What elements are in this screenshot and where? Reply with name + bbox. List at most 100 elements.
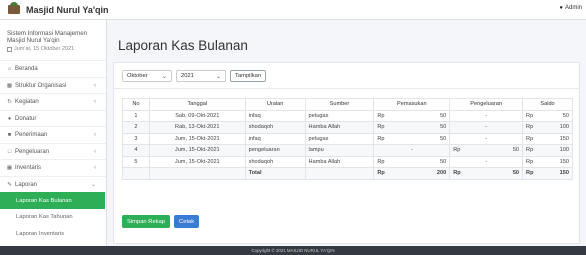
sidebar-item-label: Laporan <box>15 181 38 188</box>
chevron-left-icon: ‹ <box>94 132 96 139</box>
cell-empty <box>122 167 150 180</box>
user-name: Admin <box>564 5 582 11</box>
amount: 50 <box>439 112 447 119</box>
currency: Rp <box>526 135 534 142</box>
sidebar-item-label: Inventaris <box>15 165 42 172</box>
amount: - <box>485 135 488 142</box>
currency: Rp <box>377 170 385 177</box>
cell-pengeluaran: - <box>449 121 524 134</box>
sidebar-item-label: Beranda <box>15 66 38 73</box>
sidebar-item-label: Pengeluaran <box>15 148 50 155</box>
amount: 50 <box>562 112 569 119</box>
cell-tanggal: Rab, 13-Okt-2021 <box>148 121 246 134</box>
sidebar-item-beranda[interactable]: ⌂ Beranda <box>0 60 106 77</box>
footer: Copyright © 2021 MASJID NURUL YA'QIN <box>0 246 586 255</box>
chevron-left-icon: ‹ <box>94 165 96 172</box>
total-label: Total <box>244 167 306 180</box>
folder-icon: ■ <box>7 132 12 139</box>
table-row: 4 Jum, 15-Okt-2021 pengeluaran lampu - R… <box>122 144 573 157</box>
total-saldo: Rp 150 <box>522 167 573 180</box>
sidebar-subitem-laporan-kas-bulanan[interactable]: Laporan Kas Bulanan <box>0 192 105 209</box>
cell-uraian: infaq <box>244 132 306 145</box>
cell-sumber: Hamba Allah <box>304 155 375 168</box>
sidebar-item-donatur[interactable]: ● Donatur <box>0 109 106 127</box>
save-recap-button[interactable]: Simpan Rekap <box>122 215 171 228</box>
users-icon: ● <box>7 115 12 122</box>
sidebar-subitem-laporan-inventaris[interactable]: Laporan Inventaris <box>0 225 106 242</box>
chevron-down-icon: ⌄ <box>90 182 96 189</box>
cell-tanggal: Sab, 09-Okt-2021 <box>148 109 246 122</box>
amount: 150 <box>559 158 569 165</box>
header-saldo: Saldo <box>522 98 573 111</box>
header-pemasukan: Pemasukan <box>373 98 451 111</box>
chevron-left-icon: ‹ <box>94 82 96 89</box>
month-select[interactable]: Oktober ⌄ <box>122 70 172 82</box>
table-row: 3 Jum, 15-Okt-2021 infaq petugas Rp 50 - … <box>122 132 573 145</box>
amount: 200 <box>436 170 447 177</box>
edit-icon: ✎ <box>7 181 12 188</box>
cell-sumber: lampu <box>304 144 375 157</box>
cell-uraian: shodaqoh <box>244 155 306 168</box>
sidebar-menu: ⌂ Beranda ▩ Struktur Organisasi ‹ ↻ Kegi… <box>0 60 106 242</box>
currency: Rp <box>377 112 385 119</box>
cell-no: 1 <box>122 109 150 122</box>
amount: - <box>485 158 488 165</box>
cell-no: 3 <box>122 132 150 145</box>
date-text: Jum'at, 15 Oktober 2021 <box>14 46 75 53</box>
filter-bar: Oktober ⌄ 2021 ⌄ Tampilkan <box>122 70 267 82</box>
total-pemasukan: Rp 200 <box>373 167 451 180</box>
cell-uraian: infaq <box>244 109 306 122</box>
user-menu[interactable]: ● Admin <box>559 5 582 11</box>
cell-pengeluaran: - <box>449 109 524 122</box>
header-uraian: Uraian <box>244 98 306 111</box>
sidebar: Sistem Informasi Manajemen Masjid Nurul … <box>0 20 107 246</box>
currency: Rp <box>377 158 385 165</box>
amount: 50 <box>512 170 520 177</box>
print-button[interactable]: Cetak <box>174 215 200 228</box>
currency: Rp <box>526 112 534 119</box>
show-button[interactable]: Tampilkan <box>230 70 267 82</box>
sidebar-subitem-laporan-kas-tahunan[interactable]: Laporan Kas Tahunan <box>0 209 106 226</box>
cell-empty <box>304 167 375 180</box>
cell-tanggal: Jum, 15-Okt-2021 <box>148 155 246 168</box>
amount: 50 <box>439 158 447 165</box>
sidebar-item-struktur-organisasi[interactable]: ▩ Struktur Organisasi ‹ <box>0 76 106 94</box>
sitemap-icon: ▩ <box>6 82 13 89</box>
currency: Rp <box>377 135 385 142</box>
sidebar-item-inventaris[interactable]: ▦ Inventaris ‹ <box>0 159 106 176</box>
table-total-row: Total Rp 200 Rp 50 Rp 150 <box>122 167 573 180</box>
year-select[interactable]: 2021 ⌄ <box>176 70 226 82</box>
year-select-value: 2021 <box>181 73 194 79</box>
table-row: 5 Jum, 15-Okt-2021 shodaqoh Hamba Allah … <box>122 155 573 168</box>
report-card: Oktober ⌄ 2021 ⌄ Tampilkan No Tanggal Ur… <box>113 62 580 244</box>
sidebar-item-pengeluaran[interactable]: □ Pengeluaran ‹ <box>0 142 106 160</box>
cell-pemasukan: - <box>373 144 451 157</box>
currency: Rp <box>526 147 534 154</box>
cell-sumber: petugas <box>304 132 375 145</box>
cell-saldo: Rp 100 <box>522 144 573 157</box>
currency: Rp <box>526 124 534 131</box>
cash-report-table: No Tanggal Uraian Sumber Pemasukan Penge… <box>122 98 573 180</box>
cell-saldo: Rp 150 <box>522 155 573 168</box>
cell-empty <box>148 167 246 180</box>
amount: - <box>410 147 413 154</box>
total-pengeluaran: Rp 50 <box>449 167 524 180</box>
sidebar-item-label: Donatur <box>15 115 37 122</box>
sidebar-item-laporan[interactable]: ✎ Laporan ⌄ <box>0 175 106 193</box>
top-navbar: Masjid Nurul Ya'qin ● Admin <box>0 0 586 20</box>
currency: Rp <box>453 147 461 154</box>
cell-no: 2 <box>122 121 150 134</box>
header-tanggal: Tanggal <box>148 98 246 111</box>
brand-name: Masjid Nurul Ya'qin <box>26 4 109 15</box>
amount: 150 <box>559 135 569 142</box>
sidebar-item-penerimaan[interactable]: ■ Penerimaan ‹ <box>0 126 106 143</box>
page-title: Laporan Kas Bulanan <box>118 38 248 53</box>
cell-pemasukan: Rp 50 <box>373 121 451 134</box>
mosque-logo-icon <box>8 2 20 14</box>
cell-pemasukan: Rp 50 <box>373 109 451 122</box>
amount: 100 <box>559 124 569 131</box>
sidebar-item-kegiatan[interactable]: ↻ Kegiatan ‹ <box>0 93 106 110</box>
month-select-value: Oktober <box>127 73 148 79</box>
cell-tanggal: Jum, 15-Okt-2021 <box>148 132 246 145</box>
brand[interactable]: Masjid Nurul Ya'qin <box>0 2 112 15</box>
